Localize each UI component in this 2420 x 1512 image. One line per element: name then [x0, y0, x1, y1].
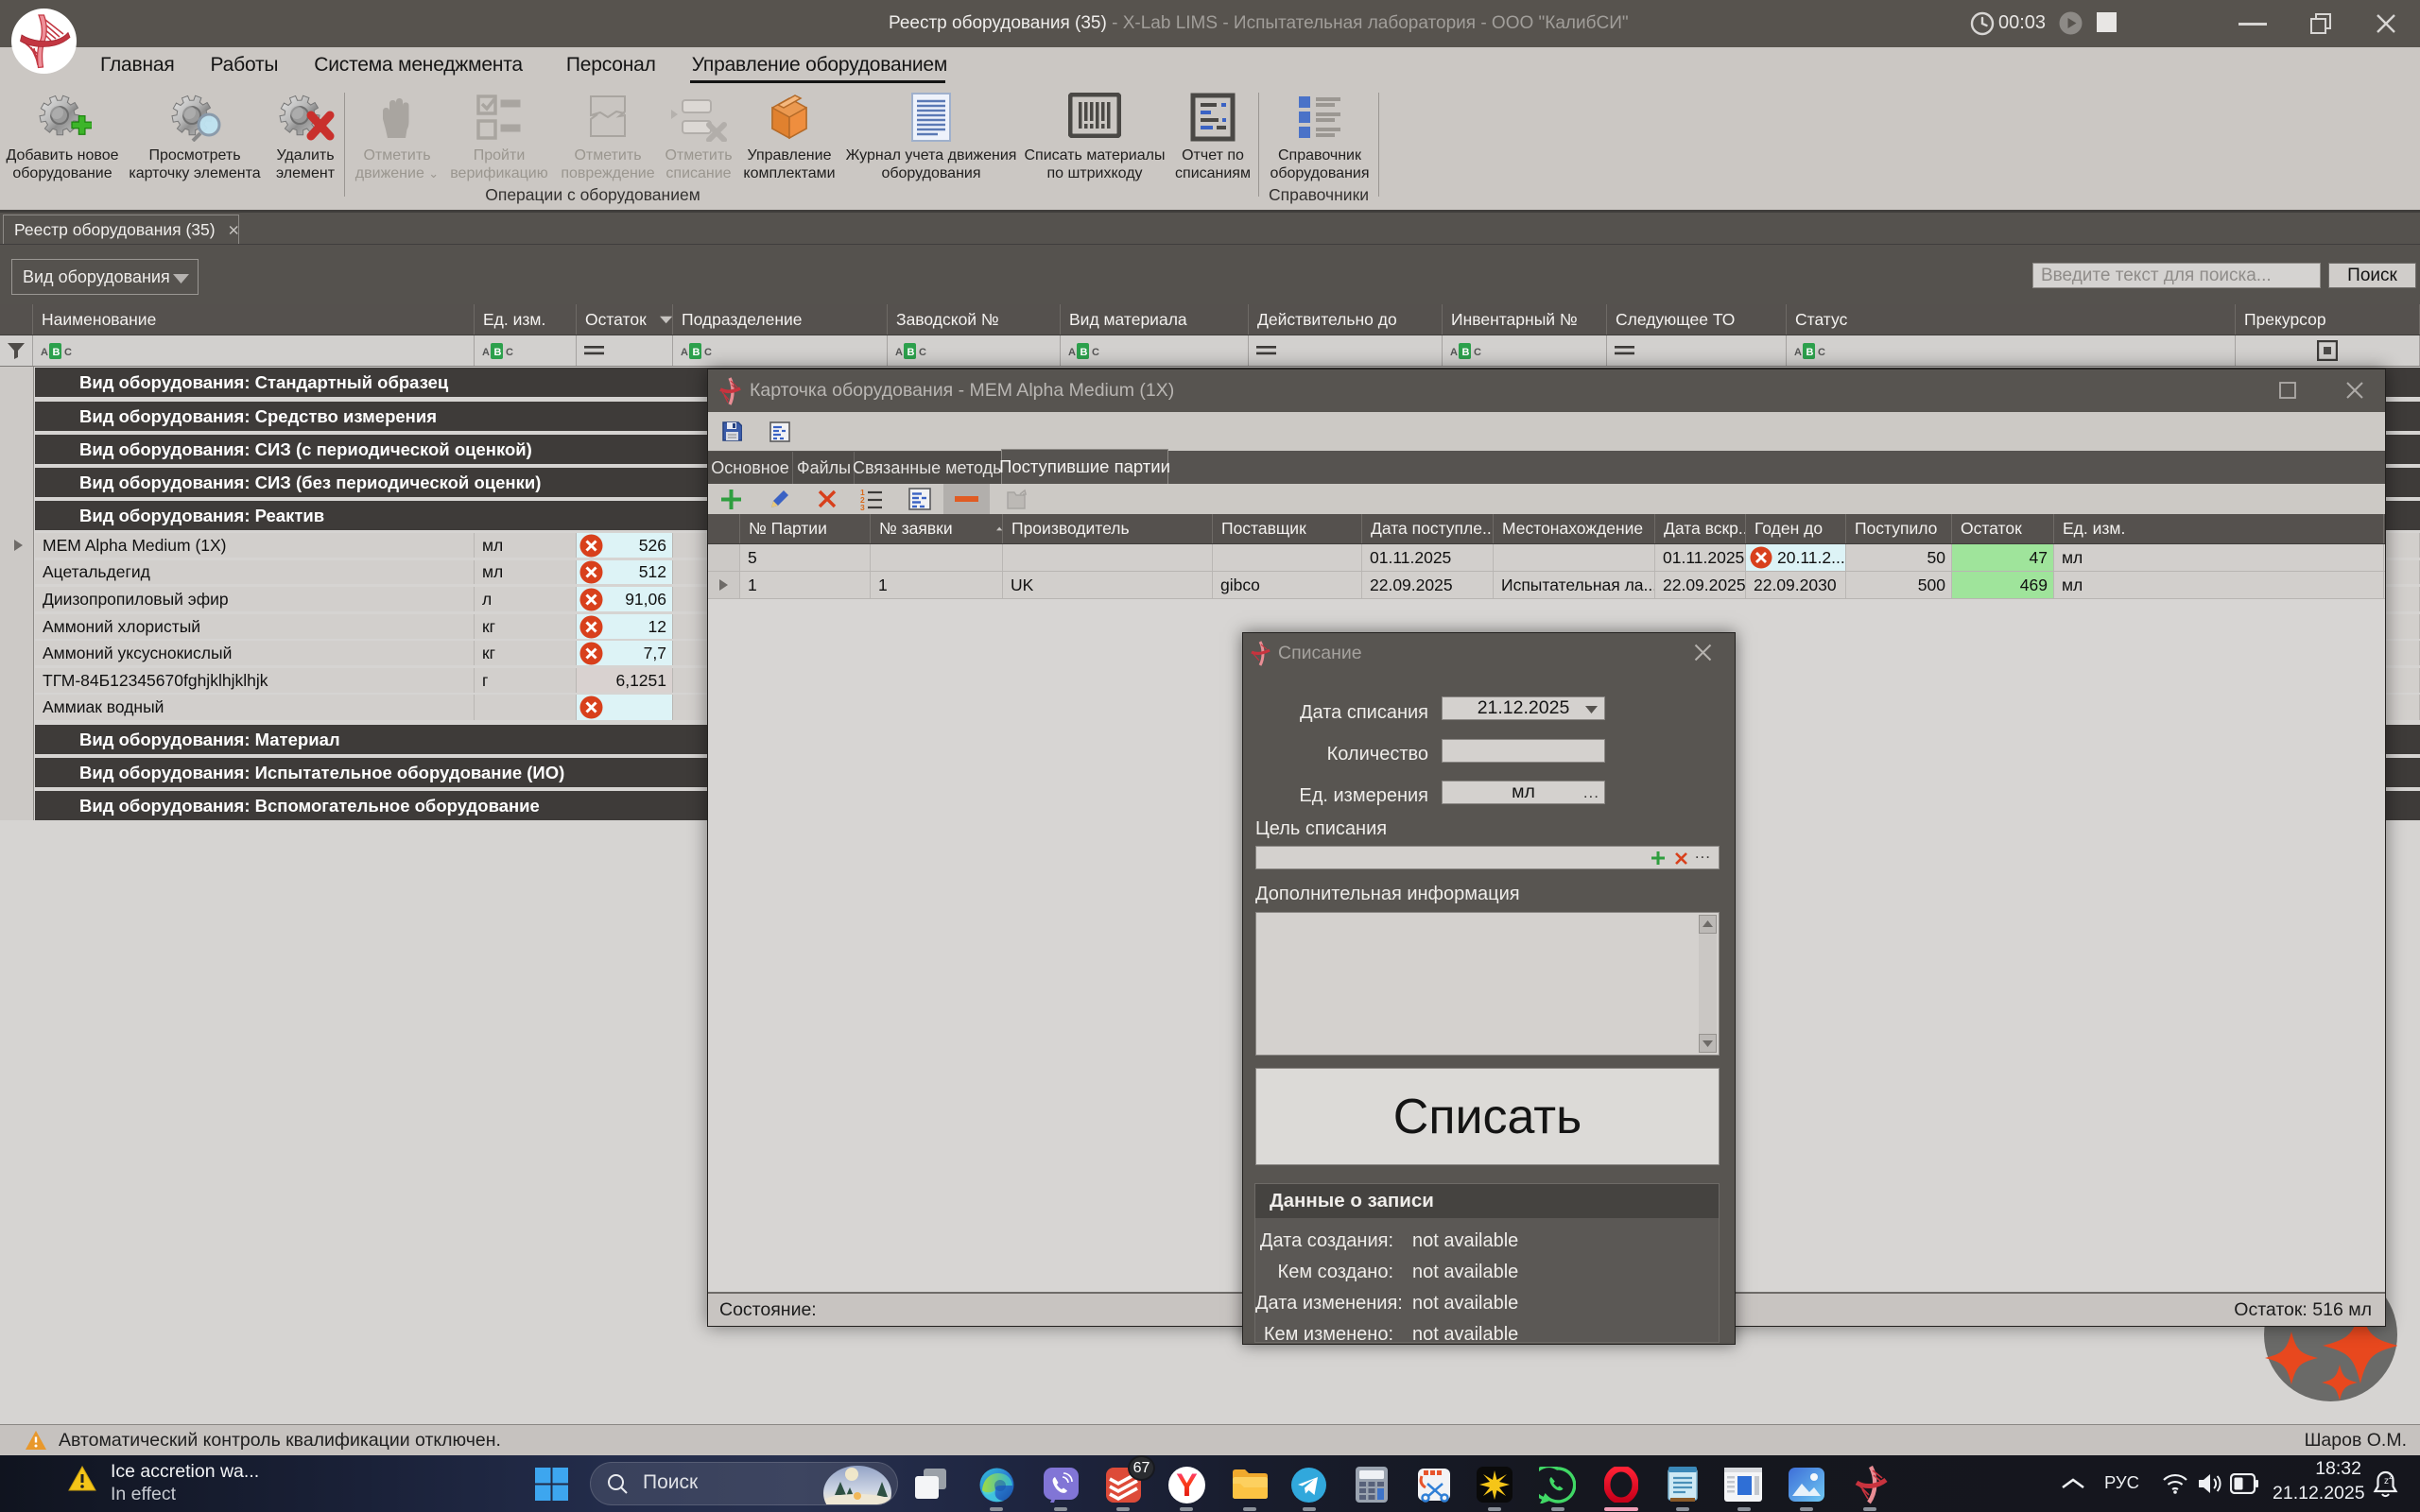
- svg-text:B: B: [53, 347, 60, 358]
- svg-text:B: B: [693, 347, 700, 358]
- svg-text:B: B: [1462, 347, 1470, 358]
- svg-text:A: A: [482, 347, 490, 358]
- svg-text:C: C: [506, 347, 513, 358]
- svg-text:C: C: [64, 347, 72, 358]
- svg-text:A: A: [1794, 347, 1802, 358]
- svg-text:A: A: [681, 347, 688, 358]
- svg-text:C: C: [1474, 347, 1481, 358]
- svg-text:B: B: [908, 347, 915, 358]
- svg-text:B: B: [494, 347, 502, 358]
- svg-text:C: C: [1092, 347, 1099, 358]
- svg-text:C: C: [1818, 347, 1825, 358]
- svg-text:C: C: [704, 347, 712, 358]
- svg-text:Y: Y: [1176, 1468, 1198, 1503]
- svg-text:z: z: [2389, 1472, 2393, 1481]
- svg-text:B: B: [1806, 347, 1814, 358]
- svg-text:A: A: [41, 347, 48, 358]
- svg-text:A: A: [1450, 347, 1458, 358]
- svg-text:A: A: [1068, 347, 1076, 358]
- svg-text:A: A: [895, 347, 903, 358]
- svg-text:3: 3: [860, 503, 865, 512]
- svg-text:B: B: [1080, 347, 1088, 358]
- svg-text:C: C: [919, 347, 926, 358]
